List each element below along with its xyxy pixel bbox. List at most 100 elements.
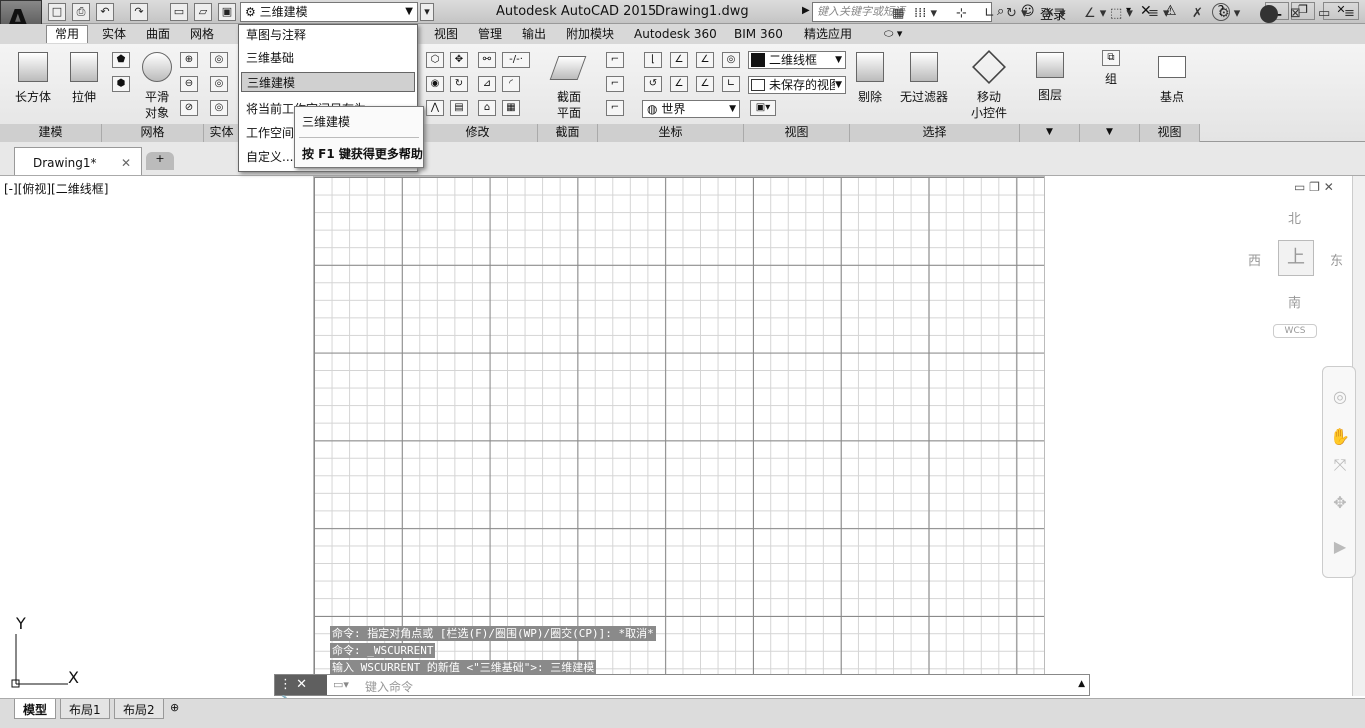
ucs-y-icon[interactable]: ∠ — [696, 52, 714, 68]
print-icon[interactable]: ⎙ — [72, 3, 90, 21]
command-history-toggle-icon[interactable]: ▲ — [1078, 679, 1085, 689]
tab-mesh[interactable]: 网格 — [182, 26, 222, 44]
layout-tab-2[interactable]: 布局2 — [114, 699, 164, 719]
presspull-icon[interactable]: ⬢ — [112, 76, 130, 92]
tab-output[interactable]: 输出 — [514, 26, 554, 44]
layout-tab-model[interactable]: 模型 — [14, 699, 57, 719]
3d-rotate-icon[interactable]: ◉ — [426, 76, 444, 92]
osnap-icon[interactable]: ✕ ▾ — [1044, 6, 1066, 21]
ucs-x2-icon[interactable]: ∠ — [670, 76, 688, 92]
wcs-menu[interactable]: WCS — [1273, 324, 1317, 338]
viewcube[interactable]: 北 西 东 南 上 WCS — [1240, 190, 1350, 350]
ucs-view-icon[interactable]: ⌊ — [644, 52, 662, 68]
panel-title-coordinates[interactable]: 坐标 — [598, 124, 744, 142]
ortho-icon[interactable]: ∟ — [984, 6, 995, 21]
tab-addins[interactable]: 附加模块 — [558, 26, 622, 44]
transparency-icon[interactable]: ⬚ ▾ — [1110, 6, 1133, 21]
viewport-controls-label[interactable]: [-][俯视][二维线框] — [4, 180, 108, 197]
tab-view[interactable]: 视图 — [426, 26, 466, 44]
compass-west[interactable]: 西 — [1248, 250, 1261, 269]
filter-icon[interactable] — [910, 52, 938, 82]
tab-solid[interactable]: 实体 — [94, 26, 134, 44]
compass-north[interactable]: 北 — [1288, 208, 1301, 227]
box-icon[interactable] — [18, 52, 48, 82]
viewport-config-icon[interactable]: ▣▾ — [750, 100, 776, 116]
ucs-x-icon[interactable]: ∠ — [670, 52, 688, 68]
extrude-label[interactable]: 拉伸 — [64, 88, 104, 105]
groups-expand-icon[interactable]: ▼ — [1080, 124, 1140, 142]
dropdown-item-3d-basics[interactable]: 三维基础 — [241, 48, 415, 68]
clean-screen-icon[interactable]: ⊠ — [1290, 6, 1301, 21]
redo-icon[interactable]: ↷ — [130, 3, 148, 21]
base-point-icon[interactable] — [1158, 56, 1186, 78]
command-line-grip[interactable]: ⋮ ✕ 🔧 — [275, 675, 327, 711]
smooth-label-1[interactable]: 平滑 — [136, 88, 178, 105]
line-tool-icon[interactable]: -/-· — [502, 52, 530, 68]
move-gizmo-icon[interactable]: ✥ — [450, 52, 468, 68]
workspace-gear-icon[interactable]: ⚙ ▾ — [1218, 6, 1240, 21]
tab-bim360[interactable]: BIM 360 — [726, 26, 791, 44]
selection-cycling-icon[interactable]: ≡ ▾ — [1148, 6, 1170, 21]
culling-label[interactable]: 剔除 — [850, 88, 890, 105]
polar-icon[interactable]: ↻ ▾ — [1006, 6, 1028, 21]
mesh-tool-icon-3[interactable]: ⊘ — [180, 100, 198, 116]
document-tab[interactable]: Drawing1* ✕ — [14, 147, 142, 175]
tab-manage[interactable]: 管理 — [470, 26, 510, 44]
tab-featured[interactable]: 精选应用 — [796, 26, 860, 44]
panel-title-solid-edit[interactable]: 实体 — [204, 124, 240, 142]
subtract-icon[interactable]: ◎ — [210, 76, 228, 92]
ucs-y2-icon[interactable]: ∠ — [696, 76, 714, 92]
search-expand-icon[interactable]: ▶ — [802, 5, 810, 16]
new-icon[interactable]: □ — [48, 3, 66, 21]
dropdown-item-3d-modeling[interactable]: 三维建模 — [241, 72, 415, 92]
undo-icon[interactable]: ↶ — [96, 3, 114, 21]
mirror-icon[interactable]: ⌂ — [478, 100, 496, 116]
mesh-sphere-icon[interactable] — [142, 52, 172, 82]
compass-south[interactable]: 南 — [1288, 292, 1301, 311]
ucs-world-icon[interactable]: ↺ — [644, 76, 662, 92]
gizmo-label-2[interactable]: 小控件 — [962, 104, 1016, 121]
showmotion-icon[interactable]: ▶ — [1329, 537, 1351, 559]
dropdown-item-drafting[interactable]: 草图与注释 — [241, 25, 415, 45]
culling-icon[interactable] — [856, 52, 884, 82]
panel-title-modeling[interactable]: 建模 — [0, 124, 102, 142]
panel-title-modify[interactable]: 修改 — [418, 124, 538, 142]
layers-label[interactable]: 图层 — [1030, 86, 1070, 103]
panel-title-selection[interactable]: 选择 — [850, 124, 1020, 142]
gizmo-label-1[interactable]: 移动 — [962, 88, 1016, 105]
viewcube-face-top[interactable]: 上 — [1278, 240, 1314, 276]
drawing-grid[interactable] — [313, 176, 1045, 696]
zoom-icon[interactable]: ⤧ — [1329, 455, 1351, 477]
workspace-switcher[interactable]: ⚙ 三维建模 ▼ — [240, 2, 418, 22]
close-tab-icon[interactable]: ✕ — [121, 156, 131, 170]
smooth-label-2[interactable]: 对象 — [136, 104, 178, 121]
copy-icon[interactable]: ▤ — [450, 100, 468, 116]
panel-title-section[interactable]: 截面 — [538, 124, 598, 142]
binoculars-icon[interactable]: ⌕ — [997, 4, 1004, 19]
command-input[interactable]: 键入命令 — [365, 678, 413, 695]
tab-home[interactable]: 常用 — [46, 25, 89, 43]
new-file-icon[interactable]: ▭ — [170, 3, 188, 21]
mesh-tool-icon-1[interactable]: ⊕ — [180, 52, 198, 68]
intersect-icon[interactable]: ◎ — [210, 100, 228, 116]
section-label-1[interactable]: 截面 — [548, 88, 590, 105]
ucs-icon[interactable]: ⌐ — [606, 52, 624, 68]
snap-toggle-icon[interactable]: ⁞⁞⁞ ▾ — [914, 6, 937, 21]
tab-a360[interactable]: Autodesk 360 — [626, 26, 725, 44]
customize-menu-icon[interactable]: ≡ — [1344, 6, 1355, 21]
command-prompt-icon[interactable]: ▭▾ — [333, 678, 349, 691]
lineweight-icon[interactable]: ∠ ▾ — [1084, 6, 1106, 21]
ribbon-minimize-icon[interactable]: ⬭ ▾ — [884, 27, 902, 41]
tab-surface[interactable]: 曲面 — [138, 26, 178, 44]
array-grid-icon[interactable]: ▦ — [502, 100, 520, 116]
ucs-z-icon[interactable]: ◎ — [722, 52, 740, 68]
3d-align-icon[interactable]: ⋀ — [426, 100, 444, 116]
filter-label[interactable]: 无过滤器 — [894, 88, 954, 105]
grid-toggle-icon[interactable]: ▦ — [892, 6, 904, 21]
mesh-tool-icon-2[interactable]: ⊖ — [180, 76, 198, 92]
group-icon[interactable]: ⧉ — [1102, 50, 1120, 66]
ucs-3point-icon[interactable]: ⌐ — [606, 100, 624, 116]
steering-wheel-icon[interactable]: ◎ — [1329, 387, 1351, 409]
ucs-named-select[interactable]: ◍ 世界 ▼ — [642, 100, 740, 118]
ucs-z2-icon[interactable]: ∟ — [722, 76, 740, 92]
